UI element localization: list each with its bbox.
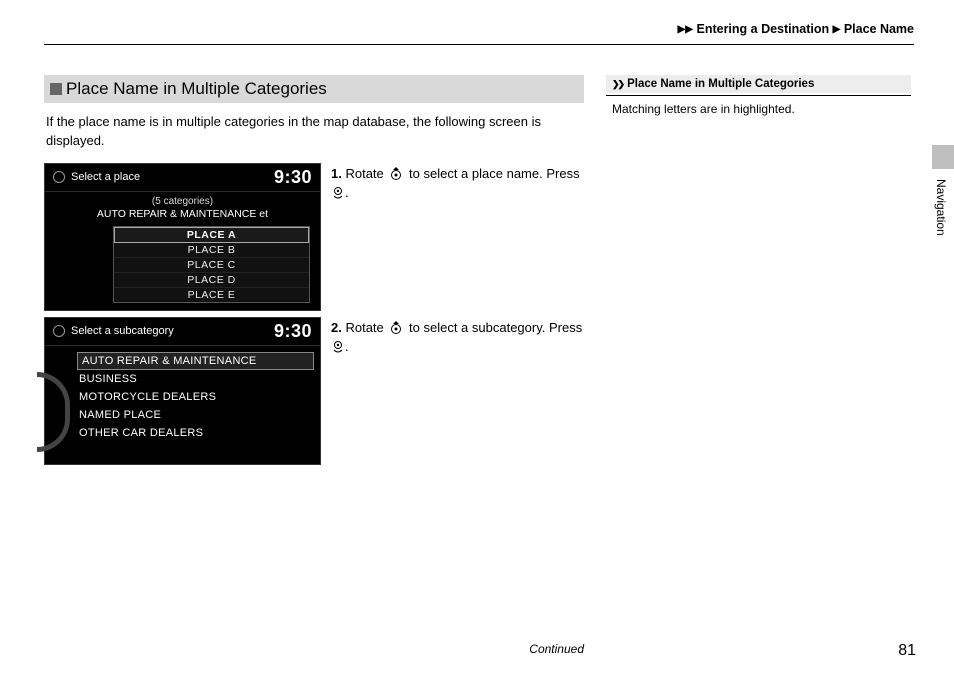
screenshot-select-subcategory: Select a subcategory 9:30 AUTO REPAIR & … (44, 317, 321, 465)
rotate-knob-icon (387, 167, 405, 181)
list-item: PLACE A (114, 227, 309, 243)
section-title-text: Place Name in Multiple Categories (66, 79, 327, 99)
rotate-knob-icon (387, 321, 405, 335)
list-item: PLACE B (114, 243, 309, 258)
breadcrumb: ▶▶ Entering a Destination ▶ Place Name (44, 20, 914, 40)
dial-arc-icon (37, 372, 70, 452)
list-item: PLACE C (114, 258, 309, 273)
step-number: 2. (331, 320, 342, 335)
subcategory-list: AUTO REPAIR & MAINTENANCE BUSINESS MOTOR… (77, 352, 314, 442)
page-number: 81 (898, 642, 916, 660)
side-tab: Navigation (930, 145, 954, 255)
list-item: OTHER CAR DEALERS (77, 424, 314, 442)
list-item: NAMED PLACE (77, 406, 314, 424)
screenshot-select-place: Select a place 9:30 (5 categories) AUTO … (44, 163, 321, 311)
triangle-icon: ▶▶ (678, 24, 693, 35)
clock: 9:30 (274, 321, 312, 342)
screen2-header: Select a subcategory (71, 325, 174, 337)
side-note: Matching letters are in highlighted. (606, 102, 911, 116)
intro-text: If the place name is in multiple categor… (46, 113, 582, 151)
side-title: Place Name in Multiple Categories (627, 78, 814, 90)
clock: 9:30 (274, 167, 312, 188)
step-number: 1. (331, 166, 342, 181)
breadcrumb-b: Place Name (844, 22, 914, 36)
side-column: ❯❯ Place Name in Multiple Categories Mat… (606, 75, 911, 471)
press-knob-icon (331, 340, 345, 354)
side-tab-label: Navigation (930, 169, 948, 236)
press-knob-icon (331, 186, 345, 200)
list-item: MOTORCYCLE DEALERS (77, 388, 314, 406)
screen1-subbig: AUTO REPAIR & MAINTENANCE et (45, 208, 320, 220)
tab-marker (932, 145, 954, 169)
list-item: BUSINESS (77, 370, 314, 388)
place-list: PLACE A PLACE B PLACE C PLACE D PLACE E (113, 226, 310, 303)
list-item: PLACE D (114, 273, 309, 288)
square-icon (50, 83, 62, 95)
breadcrumb-a: Entering a Destination (696, 22, 829, 36)
triangle-icon: ▶ (833, 24, 841, 35)
chevron-icon: ❯❯ (612, 79, 623, 90)
continued-label: Continued (44, 642, 584, 656)
main-column: Place Name in Multiple Categories If the… (44, 75, 584, 471)
back-ring-icon (53, 325, 65, 337)
list-item: PLACE E (114, 288, 309, 302)
back-ring-icon (53, 171, 65, 183)
section-title: Place Name in Multiple Categories (44, 75, 584, 103)
list-item: AUTO REPAIR & MAINTENANCE (77, 352, 314, 370)
step-2-text: 2. Rotate to select a subcategory. Press… (331, 317, 584, 465)
screen1-subsmall: (5 categories) (45, 196, 320, 207)
divider (44, 44, 914, 45)
screen1-header: Select a place (71, 171, 140, 183)
divider (606, 95, 911, 96)
side-header: ❯❯ Place Name in Multiple Categories (606, 75, 911, 93)
step-1-text: 1. Rotate to select a place name. Press … (331, 163, 584, 311)
